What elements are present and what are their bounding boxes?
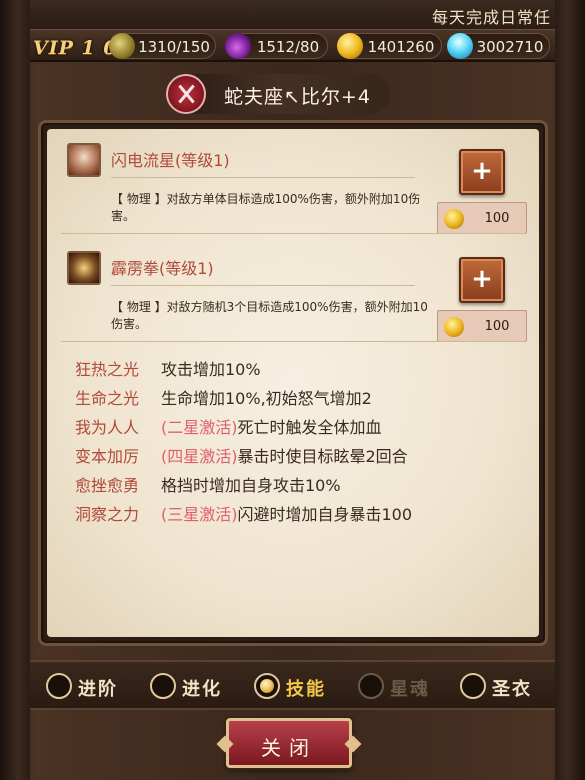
divider bbox=[61, 341, 525, 342]
marquee-text: 每天完成日常任 bbox=[431, 8, 551, 27]
resource-bar: VIP 1 0 1310/150 1512/80 1401260 3002710 bbox=[30, 30, 555, 62]
trait-name: 狂热之光 bbox=[75, 360, 140, 379]
trait-effect: 闪避时增加自身暴击100 bbox=[237, 505, 413, 524]
trait-effect: 暴击时使目标眩晕2回合 bbox=[237, 447, 408, 466]
thunder-fist-skill-icon[interactable] bbox=[67, 251, 101, 285]
trait-effect: 死亡时触发全体加血 bbox=[237, 418, 382, 437]
upgrade-cost: 100 bbox=[437, 202, 527, 234]
trait-star-requirement: (三星激活) bbox=[161, 505, 238, 524]
energy-value: 1512/80 bbox=[256, 38, 320, 56]
parchment: 闪电流星(等级1) 【 物理 】对敌方单体目标造成100%伤害，额外附加10伤害… bbox=[47, 129, 539, 637]
trait-name: 生命之光 bbox=[75, 389, 140, 408]
potion-icon bbox=[225, 33, 251, 59]
skill-description: 【 物理 】对敌方随机3个目标造成100%伤害，额外附加10伤害。 bbox=[111, 300, 428, 331]
trait-name: 愈挫愈勇 bbox=[75, 476, 140, 495]
vip-badge[interactable]: VIP 1 0 bbox=[33, 37, 118, 59]
radio-circle-icon bbox=[358, 673, 384, 699]
tab-label: 进化 bbox=[182, 679, 222, 700]
trait-star-requirement: (二星激活) bbox=[161, 418, 238, 437]
trait-name: 变本加厉 bbox=[75, 447, 140, 466]
hero-name: 蛇夫座↖比尔+4 bbox=[224, 86, 371, 108]
skill-row: 霹雳拳(等级1) 【 物理 】对敌方随机3个目标造成100%伤害，额外附加10伤… bbox=[47, 239, 539, 349]
trait-description: (二星激活)死亡时触发全体加血 bbox=[161, 414, 382, 438]
hero-name-ribbon: 蛇夫座↖比尔+4 bbox=[166, 74, 390, 114]
trait-row: 洞察之力 (三星激活)闪避时增加自身暴击100 bbox=[75, 498, 515, 527]
passive-trait-list: 狂热之光 攻击增加10% 生命之光 生命增加10%,初始怒气增加2 我为人人 (… bbox=[75, 353, 515, 527]
radio-circle-icon bbox=[460, 673, 486, 699]
divider bbox=[61, 233, 525, 234]
trait-star-requirement: (四星激活) bbox=[161, 447, 238, 466]
trait-row: 变本加厉 (四星激活)暴击时使目标眩晕2回合 bbox=[75, 440, 515, 469]
gold-value: 1401260 bbox=[367, 38, 435, 56]
right-border bbox=[555, 0, 585, 780]
cost-value: 100 bbox=[484, 319, 510, 334]
trait-name: 我为人人 bbox=[75, 418, 140, 437]
diamond-icon bbox=[447, 33, 473, 59]
skill-description: 【 物理 】对敌方单体目标造成100%伤害，额外附加10伤害。 bbox=[111, 192, 421, 223]
upgrade-cost: 100 bbox=[437, 310, 527, 342]
close-button[interactable]: 关闭 bbox=[226, 718, 352, 768]
radio-circle-icon bbox=[150, 673, 176, 699]
trait-row: 愈挫愈勇 格挡时增加自身攻击10% bbox=[75, 469, 515, 498]
trait-row: 生命之光 生命增加10%,初始怒气增加2 bbox=[75, 382, 515, 411]
diamond-resource[interactable]: 3002710 bbox=[447, 33, 550, 59]
diamond-value: 3002710 bbox=[476, 38, 544, 56]
radio-circle-icon bbox=[46, 673, 72, 699]
trait-row: 狂热之光 攻击增加10% bbox=[75, 353, 515, 382]
trait-effect: 生命增加10%,初始怒气增加2 bbox=[161, 389, 372, 408]
close-button-label: 关闭 bbox=[261, 736, 317, 760]
trait-description: (三星激活)闪避时增加自身暴击100 bbox=[161, 501, 412, 525]
stamina-value: 1310/150 bbox=[138, 38, 210, 56]
trait-description: 生命增加10%,初始怒气增加2 bbox=[161, 385, 372, 409]
trait-effect: 格挡时增加自身攻击10% bbox=[161, 476, 341, 495]
radio-selected-icon bbox=[254, 673, 280, 699]
trait-effect: 攻击增加10% bbox=[161, 360, 261, 379]
skill-title: 闪电流星(等级1) bbox=[111, 147, 415, 178]
tab-label: 进阶 bbox=[78, 679, 118, 700]
gold-coin-icon bbox=[337, 33, 363, 59]
trait-row: 我为人人 (二星激活)死亡时触发全体加血 bbox=[75, 411, 515, 440]
skill-row: 闪电流星(等级1) 【 物理 】对敌方单体目标造成100%伤害，额外附加10伤害… bbox=[47, 131, 539, 241]
tab-label: 星魂 bbox=[390, 679, 430, 700]
trait-description: (四星激活)暴击时使目标眩晕2回合 bbox=[161, 443, 408, 467]
gold-coin-icon bbox=[444, 317, 464, 337]
hero-tab-bar: 进阶 进化 技能 星魂 圣衣 bbox=[30, 660, 555, 710]
stamina-bag-icon bbox=[109, 33, 135, 59]
tab-label: 圣衣 bbox=[492, 679, 532, 700]
tab-label: 技能 bbox=[286, 679, 326, 700]
upgrade-skill-button[interactable]: + bbox=[459, 257, 505, 303]
trait-description: 格挡时增加自身攻击10% bbox=[161, 472, 341, 496]
skill-panel: 闪电流星(等级1) 【 物理 】对敌方单体目标造成100%伤害，额外附加10伤害… bbox=[38, 120, 548, 646]
trait-description: 攻击增加10% bbox=[161, 356, 261, 380]
gold-coin-icon bbox=[444, 209, 464, 229]
upgrade-skill-button[interactable]: + bbox=[459, 149, 505, 195]
announcement-marquee: 每天完成日常任 bbox=[30, 0, 555, 30]
crossed-swords-icon bbox=[166, 74, 206, 114]
trait-name: 洞察之力 bbox=[75, 505, 140, 524]
lightning-meteor-skill-icon[interactable] bbox=[67, 143, 101, 177]
gold-resource[interactable]: 1401260 bbox=[337, 33, 442, 59]
energy-resource[interactable]: 1512/80 bbox=[225, 33, 328, 59]
skill-title: 霹雳拳(等级1) bbox=[111, 255, 415, 286]
stamina-resource[interactable]: 1310/150 bbox=[109, 33, 216, 59]
cost-value: 100 bbox=[484, 211, 510, 226]
left-border bbox=[0, 0, 30, 780]
